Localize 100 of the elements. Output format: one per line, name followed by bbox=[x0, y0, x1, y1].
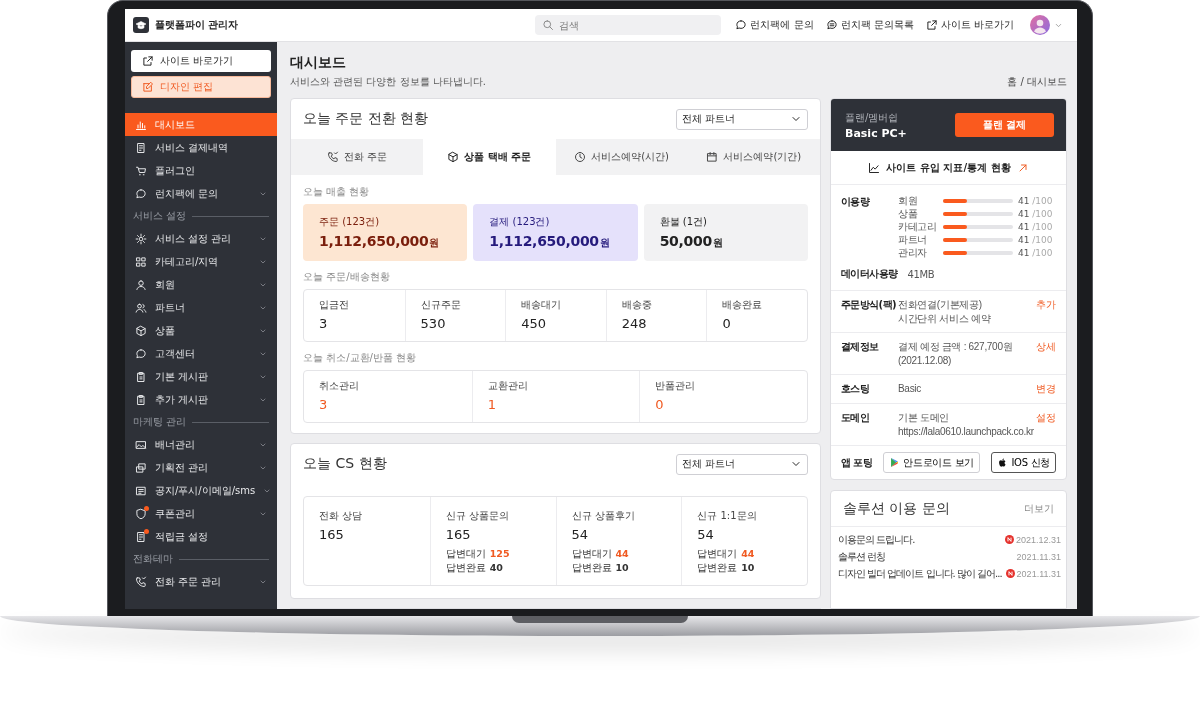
sidebar-item[interactable]: 배너관리 bbox=[125, 433, 277, 456]
clipboard-icon bbox=[135, 370, 147, 383]
search-field[interactable]: 검색 bbox=[535, 15, 722, 35]
reply-label: 답변대기 bbox=[697, 547, 738, 561]
usage-value: 41 /100 bbox=[1018, 196, 1054, 206]
reply-label: 답변대기 bbox=[571, 547, 612, 561]
reply-count: 40 bbox=[489, 561, 503, 575]
clipboard-icon bbox=[135, 393, 147, 406]
clock-icon bbox=[574, 151, 587, 163]
sidebar-item[interactable]: 공지/푸시/이메일/sms bbox=[125, 479, 277, 502]
top-link[interactable]: 런치팩에 문의 bbox=[735, 18, 814, 32]
layers-icon bbox=[135, 461, 147, 474]
section-heading: 전화테마 bbox=[133, 552, 173, 566]
reply-count: 10 bbox=[741, 561, 755, 575]
tab[interactable]: 상품 택배 주문 bbox=[423, 139, 556, 175]
search-icon bbox=[542, 19, 555, 31]
status-value: 0 bbox=[722, 316, 732, 331]
sidebar-item[interactable]: 회원 bbox=[125, 273, 277, 296]
plan-name: Basic PC+ bbox=[845, 126, 907, 140]
row-value: Basic bbox=[898, 382, 922, 396]
card-title: 오늘 주문 전환 현황 bbox=[303, 110, 429, 128]
sidebar-item[interactable]: 고객센터 bbox=[125, 342, 277, 365]
card-title: 오늘 CS 현황 bbox=[303, 455, 387, 473]
sales-amount: 1,112,650,000원 bbox=[319, 233, 441, 250]
status-value: 248 bbox=[621, 316, 648, 331]
avatar-icon[interactable] bbox=[1030, 15, 1050, 35]
settings-icon bbox=[135, 232, 147, 245]
status-label: 배송완료 bbox=[722, 298, 764, 312]
partner-select[interactable]: 전체 파트너 bbox=[676, 108, 808, 130]
sales-amount: 1,112,650,000원 bbox=[489, 233, 611, 250]
speech-bubble-icon bbox=[735, 19, 748, 31]
sidebar-item[interactable]: 적립금 설정 bbox=[125, 525, 277, 548]
breadcrumb: 홈 / 대시보드 bbox=[1007, 75, 1067, 89]
inquiry-item[interactable]: 솔루션 런칭 2021.11.31 bbox=[838, 548, 1061, 565]
inquiry-item[interactable]: 디자인 빌더 업데이트 입니다. 많이 길어... 2021.11.31 bbox=[838, 565, 1061, 582]
row-action-link[interactable]: 변경 bbox=[1036, 382, 1056, 396]
sidebar-item[interactable]: 전화 주문 관리 bbox=[125, 570, 277, 593]
android-button[interactable]: 안드로이드 보기 bbox=[883, 452, 981, 473]
usage-value: 41 /100 bbox=[1018, 248, 1054, 258]
status-value: 3 bbox=[319, 316, 329, 331]
tab[interactable]: 전화 주문 bbox=[291, 139, 424, 175]
calendar-icon bbox=[706, 151, 719, 163]
inquiry-item[interactable]: 이용문의 드립니다. 2021.12.31 bbox=[838, 531, 1061, 548]
people-icon bbox=[135, 301, 147, 314]
sales-label: 주문 (123건) bbox=[319, 215, 381, 229]
status-value: 165 bbox=[445, 527, 472, 542]
grid-icon bbox=[135, 255, 147, 268]
sidebar-item[interactable]: 기획전 관리 bbox=[125, 456, 277, 479]
reply-count: 44 bbox=[741, 547, 755, 561]
sidebar-item[interactable]: 추가 게시판 bbox=[125, 388, 277, 411]
ios-button[interactable]: IOS 신청 bbox=[991, 452, 1056, 473]
row-value: (2021.12.08) bbox=[898, 354, 953, 367]
tab[interactable]: 서비스예약(시간) bbox=[555, 139, 688, 175]
card-title: 솔루션 이용 문의 bbox=[843, 499, 950, 518]
top-link[interactable]: 사이트 바로가기 bbox=[925, 18, 1014, 32]
sidebar-item[interactable]: 상품 bbox=[125, 319, 277, 342]
section-heading: 마케팅 관리 bbox=[133, 415, 187, 429]
reply-label: 답변완료 bbox=[571, 561, 612, 575]
top-link[interactable]: 런치팩 문의목록 bbox=[825, 18, 914, 32]
tab[interactable]: 서비스예약(기간) bbox=[687, 139, 820, 175]
cart-icon bbox=[135, 164, 147, 177]
sidebar-item[interactable]: 서비스 결제내역 bbox=[125, 136, 277, 159]
usage-bar bbox=[943, 251, 1013, 255]
edit-icon bbox=[142, 81, 154, 93]
sidebar-item[interactable]: 카테고리/지역 bbox=[125, 250, 277, 273]
reply-count: 10 bbox=[615, 561, 629, 575]
row-value: 시간단위 서비스 예약 bbox=[898, 312, 992, 325]
usage-bar bbox=[943, 199, 1013, 203]
statistics-link[interactable]: 사이트 유입 지표/통계 현황 bbox=[831, 151, 1066, 185]
row-label: 호스팅 bbox=[841, 382, 871, 396]
more-link[interactable]: 더보기 bbox=[1024, 501, 1054, 516]
plan-label: 플랜/멤버쉽 bbox=[845, 110, 900, 125]
usage-name: 관리자 bbox=[898, 246, 928, 260]
status-value: 54 bbox=[571, 527, 590, 542]
section-label: 오늘 주문/배송현황 bbox=[303, 270, 391, 284]
sidebar-button[interactable]: 사이트 바로가기 bbox=[131, 50, 271, 72]
usage-name: 회원 bbox=[898, 194, 918, 208]
usage-name: 파트너 bbox=[898, 233, 928, 247]
sidebar-item[interactable]: 기본 게시판 bbox=[125, 365, 277, 388]
sales-label: 결제 (123건) bbox=[489, 215, 551, 229]
partner-select[interactable]: 전체 파트너 bbox=[676, 453, 808, 475]
external-link-icon bbox=[142, 55, 154, 67]
sidebar-item[interactable]: 파트너 bbox=[125, 296, 277, 319]
sidebar-item[interactable]: 서비스 설정 관리 bbox=[125, 227, 277, 250]
speech-bubble-icon bbox=[135, 187, 147, 200]
sidebar-item[interactable]: 런치팩에 문의 bbox=[125, 182, 277, 205]
row-action-link[interactable]: 상세 bbox=[1036, 340, 1056, 354]
sidebar-item[interactable]: 플러그인 bbox=[125, 159, 277, 182]
status-value: 530 bbox=[420, 316, 447, 331]
status-value: 54 bbox=[697, 527, 715, 542]
row-value: 전화연결(기본제공) bbox=[898, 298, 983, 312]
page-title: 대시보드 bbox=[290, 54, 347, 72]
logo-icon bbox=[133, 17, 149, 33]
row-action-link[interactable]: 추가 bbox=[1036, 298, 1056, 312]
row-action-link[interactable]: 설정 bbox=[1036, 411, 1056, 425]
sidebar-item[interactable]: 쿠폰관리 bbox=[125, 502, 277, 525]
document-icon bbox=[135, 141, 147, 154]
person-icon bbox=[135, 278, 147, 291]
row-value: 41MB bbox=[907, 267, 936, 281]
row-label: 데이터사용량 bbox=[841, 267, 898, 281]
